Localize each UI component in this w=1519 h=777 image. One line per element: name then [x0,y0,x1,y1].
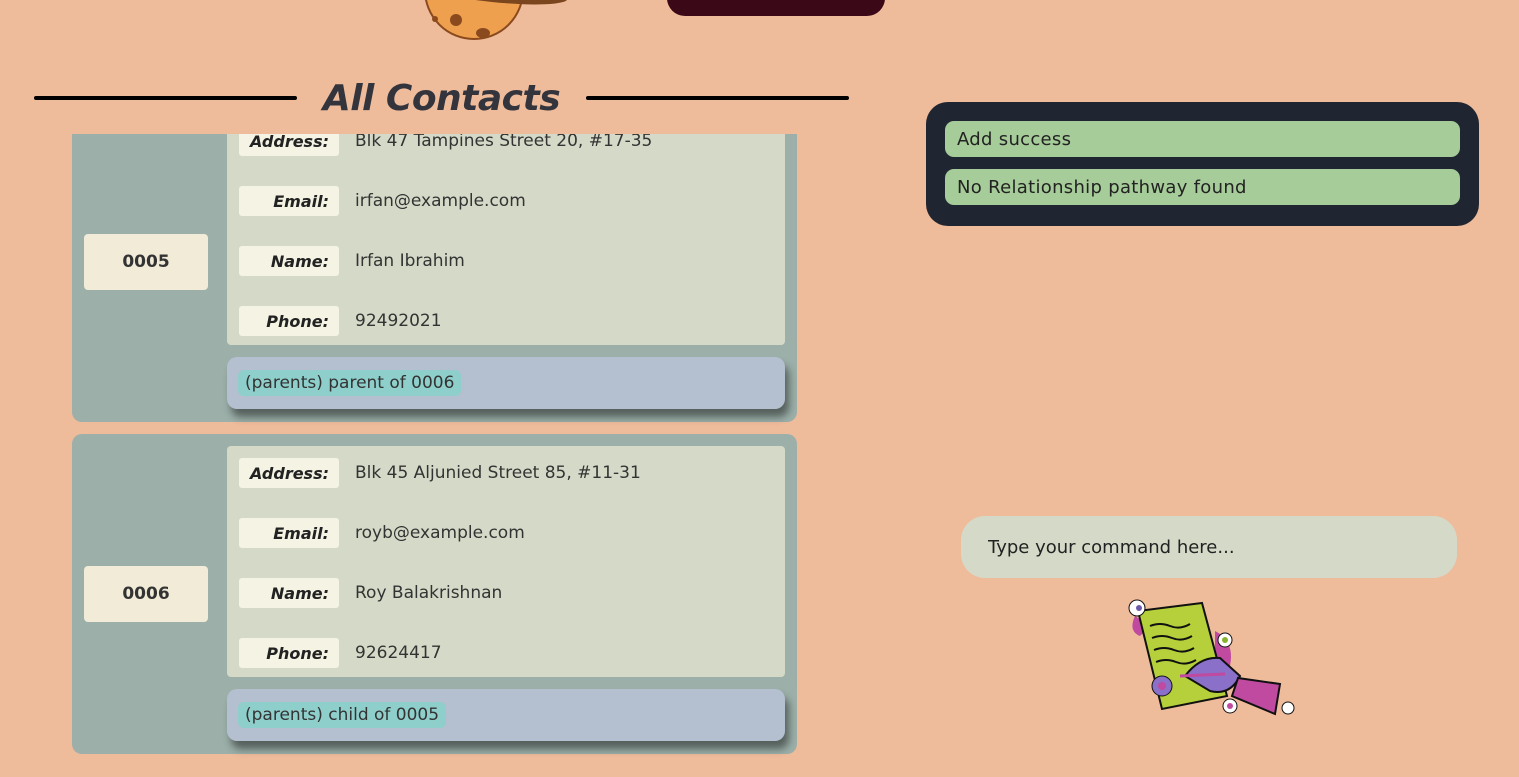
email-value: irfan@example.com [355,191,526,211]
name-value: Roy Balakrishnan [355,583,503,603]
name-value: Irfan Ibrahim [355,251,465,271]
command-input[interactable] [961,516,1457,578]
relationship-box: (parents) child of 0005 [227,689,785,741]
contact-id: 0005 [84,234,208,290]
list-header: All Contacts [34,76,849,120]
address-value: Blk 45 Aljunied Street 85, #11-31 [355,463,641,483]
divider [34,96,297,100]
address-label: Address: [239,458,339,488]
relationship-box: (parents) parent of 0006 [227,357,785,409]
contact-id: 0006 [84,566,208,622]
name-label: Name: [239,246,339,276]
contact-list[interactable]: 0005 Address: Blk 47 Tampines Street 20, … [72,134,802,777]
email-value: royb@example.com [355,523,525,543]
app-logo [417,0,569,40]
name-label: Name: [239,578,339,608]
result-panel: Add success No Relationship pathway foun… [926,102,1479,226]
result-message: No Relationship pathway found [945,169,1460,205]
contact-card[interactable]: 0006 Address: Blk 45 Aljunied Street 85, … [72,434,797,754]
contact-card[interactable]: 0005 Address: Blk 47 Tampines Street 20, … [72,134,797,422]
page-title: All Contacts [322,77,561,119]
contact-details: Address: Blk 45 Aljunied Street 85, #11-3… [227,446,785,677]
address-label: Address: [239,134,339,156]
contact-details: Address: Blk 47 Tampines Street 20, #17-3… [227,134,785,345]
email-label: Email: [239,518,339,548]
mascot-illustration-icon [1128,599,1295,716]
phone-value: 92624417 [355,643,442,663]
divider [586,96,849,100]
top-button[interactable] [667,0,885,16]
phone-label: Phone: [239,306,339,336]
address-value: Blk 47 Tampines Street 20, #17-35 [355,134,653,151]
result-message: Add success [945,121,1460,157]
relationship-tag: (parents) parent of 0006 [238,370,462,396]
phone-value: 92492021 [355,311,442,331]
relationship-tag: (parents) child of 0005 [238,702,447,728]
phone-label: Phone: [239,638,339,668]
email-label: Email: [239,186,339,216]
